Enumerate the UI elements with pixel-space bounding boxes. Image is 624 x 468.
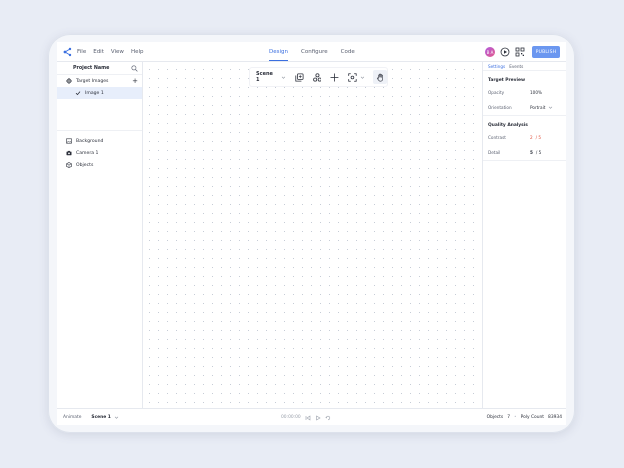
app-logo-icon	[63, 47, 72, 57]
menu-view[interactable]: View	[111, 49, 124, 55]
detail-row: Detail 5 / 5	[488, 145, 561, 160]
avatar[interactable]: B A	[485, 47, 495, 57]
detail-max: / 5	[535, 150, 542, 155]
mode-tabs: Design Configure Code	[269, 42, 355, 62]
image-item-label: Image 1	[85, 90, 104, 96]
opacity-label: Opacity	[488, 90, 505, 95]
play-preview-icon[interactable]	[500, 47, 510, 57]
contrast-score: 2	[530, 135, 533, 140]
shapes-icon[interactable]	[312, 72, 322, 82]
camera-label: Camera 1	[76, 150, 99, 156]
scene-select[interactable]: Scene 1	[250, 71, 286, 83]
section-title: Target Preview	[488, 77, 526, 83]
opacity-input[interactable]: 100%	[530, 90, 542, 95]
scene-canvas[interactable]: Scene 1	[143, 62, 482, 408]
poly-count-value: 83934	[548, 415, 562, 420]
chevron-down-icon	[549, 106, 553, 109]
skip-back-icon[interactable]	[305, 414, 311, 421]
chevron-down-icon	[281, 76, 285, 79]
target-preview-section: Target Preview Opacity 100% Orientation …	[483, 71, 566, 116]
scene-hierarchy-panel: Project Name Target Images + Image 1 Bac…	[57, 62, 143, 408]
quality-analysis-section: Quality Analysis Contrast 2 / 5 Detail 5…	[483, 116, 566, 161]
menu-help[interactable]: Help	[131, 49, 144, 55]
project-header: Project Name	[57, 62, 142, 75]
loop-icon[interactable]	[325, 415, 331, 421]
contrast-row: Contrast 2 / 5	[488, 130, 561, 145]
app-screen: File Edit View Help Design Configure Cod…	[57, 42, 566, 425]
animation-scene-select[interactable]: Scene 1	[91, 415, 119, 420]
objects-label: Objects	[76, 162, 94, 168]
tab-settings[interactable]: Settings	[488, 64, 505, 69]
menu-file[interactable]: File	[77, 49, 86, 55]
bottom-bar: Animate Scene 1 00:00:00 Objects 7 • Pol…	[57, 408, 566, 425]
opacity-row: Opacity 100%	[488, 85, 561, 100]
pan-tool-button[interactable]	[373, 70, 387, 84]
list-item-image-1[interactable]: Image 1	[57, 87, 142, 99]
timecode: 00:00:00	[281, 415, 301, 420]
search-icon[interactable]	[131, 65, 138, 72]
animation-scene-label: Scene 1	[91, 415, 111, 420]
orientation-select[interactable]: Portrait	[530, 105, 553, 110]
tab-events[interactable]: Events	[509, 64, 523, 69]
target-icon	[66, 78, 72, 84]
orientation-label: Orientation	[488, 105, 512, 110]
objects-count: 7	[507, 415, 510, 420]
chevron-down-icon[interactable]	[360, 75, 365, 80]
menu-edit[interactable]: Edit	[93, 49, 104, 55]
orientation-row: Orientation Portrait	[488, 100, 561, 115]
focus-icon[interactable]	[348, 72, 357, 82]
top-bar: File Edit View Help Design Configure Cod…	[57, 42, 566, 62]
target-images-label: Target Images	[76, 78, 109, 84]
detail-value: 5 / 5	[530, 150, 541, 155]
tab-configure[interactable]: Configure	[301, 42, 328, 62]
scene-stats: Objects 7 • Poly Count 83934	[487, 409, 562, 425]
stat-separator: •	[514, 415, 517, 420]
contrast-max: / 5	[535, 135, 542, 140]
orientation-value: Portrait	[530, 105, 546, 110]
camera-icon	[66, 150, 72, 156]
section-title: Quality Analysis	[488, 122, 528, 128]
contrast-label: Contrast	[488, 135, 506, 140]
animate-controls: Animate Scene 1	[63, 409, 119, 425]
list-item-background[interactable]: Background	[57, 135, 142, 147]
menu-bar: File Edit View Help	[77, 42, 143, 62]
play-icon[interactable]	[315, 414, 321, 421]
check-icon	[75, 91, 81, 96]
list-item-camera[interactable]: Camera 1	[57, 147, 142, 159]
contrast-value: 2 / 5	[530, 135, 541, 140]
canvas-toolbar: Scene 1	[250, 68, 387, 86]
objects-stat-label: Objects	[486, 415, 504, 420]
detail-score: 5	[530, 150, 533, 155]
add-target-button[interactable]: +	[132, 77, 138, 85]
target-images-row[interactable]: Target Images +	[57, 75, 142, 87]
properties-tabs: Settings Events	[483, 62, 566, 71]
background-label: Background	[76, 138, 104, 144]
chevron-down-icon	[114, 416, 119, 419]
animate-label: Animate	[63, 415, 82, 420]
image-icon	[66, 138, 72, 144]
move-icon[interactable]	[330, 73, 339, 82]
poly-count-label: Poly Count	[520, 415, 545, 420]
playback-controls: 00:00:00	[281, 409, 331, 425]
scene-select-label: Scene 1	[256, 71, 273, 83]
hand-icon	[376, 73, 383, 82]
qr-code-icon[interactable]	[515, 47, 525, 57]
properties-panel: Settings Events Target Preview Opacity 1…	[482, 62, 566, 408]
tab-code[interactable]: Code	[341, 42, 355, 62]
list-item-objects[interactable]: Objects	[57, 159, 142, 171]
cube-icon	[66, 162, 72, 168]
add-layer-icon[interactable]	[295, 72, 304, 82]
tab-design[interactable]: Design	[269, 42, 288, 62]
project-name[interactable]: Project Name	[73, 66, 109, 71]
publish-button[interactable]: PUBLISH	[532, 46, 560, 58]
detail-label: Detail	[488, 150, 501, 155]
